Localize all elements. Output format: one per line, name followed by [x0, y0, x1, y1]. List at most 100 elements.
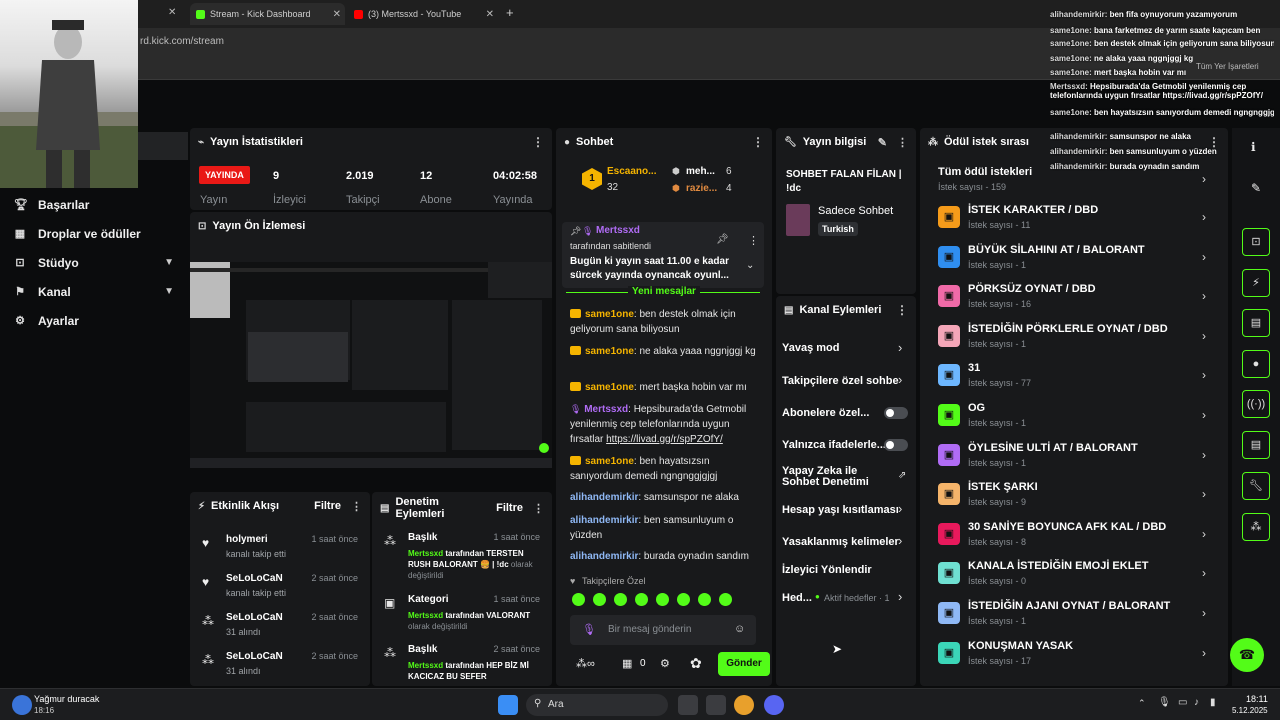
reward-item[interactable]: ▣ 30 SANİYE BOYUNCA AFK KAL / DBD İstek sa…: [938, 521, 1216, 557]
camera-tool-icon[interactable]: ⊡: [1242, 228, 1270, 256]
third-gifter-name[interactable]: razie...: [686, 183, 717, 194]
channel-tool-icon[interactable]: ▤: [1242, 431, 1270, 459]
chevron-right-icon[interactable]: ›: [898, 501, 902, 516]
emote-icon[interactable]: [635, 593, 648, 606]
chevron-right-icon[interactable]: ›: [1202, 210, 1206, 224]
action-raid[interactable]: İzleyici Yönlendir: [782, 564, 872, 576]
emote-only-toggle[interactable]: [884, 439, 908, 451]
battery-icon[interactable]: ▮: [1210, 697, 1216, 708]
document-tool-icon[interactable]: ▤: [1242, 309, 1270, 337]
more-icon[interactable]: ⋮: [532, 135, 544, 149]
chevron-right-icon[interactable]: ›: [1202, 289, 1206, 303]
chevron-right-icon[interactable]: ›: [898, 589, 902, 604]
nav-item-achievements[interactable]: 🏆︎ Başarılar: [0, 190, 188, 219]
clock-time[interactable]: 18:11: [1246, 694, 1268, 704]
chat-link[interactable]: https://livad.gg/r/spPZOfY/: [606, 434, 723, 445]
tab-kick-dashboard[interactable]: Stream - Kick Dashboard ✕: [190, 3, 345, 25]
chevron-down-icon[interactable]: ▼: [164, 286, 174, 297]
wrench-tool-icon[interactable]: 🔧︎: [1242, 472, 1270, 500]
more-icon[interactable]: ⋮: [752, 135, 764, 149]
reward-item[interactable]: ▣ İSTEDİĞİN PÖRKLERLE OYNAT / DBD İstek sa…: [938, 323, 1216, 359]
start-button[interactable]: [498, 695, 518, 715]
chevron-right-icon[interactable]: ›: [898, 372, 902, 387]
more-icon[interactable]: ⋮: [351, 500, 362, 513]
emote-icon[interactable]: [656, 593, 669, 606]
emote-icon[interactable]: [677, 593, 690, 606]
chevron-right-icon[interactable]: ›: [1202, 408, 1206, 422]
chevron-right-icon[interactable]: ›: [1202, 606, 1206, 620]
chat-tool-icon[interactable]: ●: [1242, 350, 1270, 378]
emoji-icon[interactable]: ☺: [734, 623, 745, 635]
activity-filter-button[interactable]: Filtre: [314, 500, 341, 512]
reward-item[interactable]: ▣ BÜYÜK SİLAHINI AT / BALORANT İstek sayıs…: [938, 244, 1216, 280]
reward-item[interactable]: ▣ PÖRKSÜZ OYNAT / DBD İstek sayısı - 16 ›: [938, 283, 1216, 319]
reward-item[interactable]: ▣ İSTEDİĞİN AJANI OYNAT / BALORANT İstek s…: [938, 600, 1216, 636]
emote-icon[interactable]: [593, 593, 606, 606]
nav-item-channel[interactable]: ⚑ Kanal ▼: [0, 277, 188, 306]
volume-icon[interactable]: ♪: [1194, 697, 1199, 708]
emote-icon[interactable]: [614, 593, 627, 606]
all-rewards-item[interactable]: Tüm ödül istekleri İstek sayısı - 159 ›: [938, 166, 1216, 202]
chevron-right-icon[interactable]: ›: [898, 340, 902, 355]
reward-item[interactable]: ▣ KONUŞMAN YASAK İstek sayısı - 17 ›: [938, 640, 1216, 676]
taskbar-search[interactable]: ⚲ Ara: [526, 694, 668, 716]
reward-item[interactable]: ▣ İSTEK ŞARKI İstek sayısı - 9 ›: [938, 481, 1216, 517]
tab-youtube[interactable]: (3) Mertssxd - YouTube ✕: [348, 3, 498, 25]
external-link-icon[interactable]: ⇗: [898, 470, 906, 481]
more-icon[interactable]: ⋮: [533, 502, 544, 515]
chevron-right-icon[interactable]: ›: [1202, 250, 1206, 264]
more-icon[interactable]: ⋮: [748, 234, 759, 247]
more-icon[interactable]: ⋮: [896, 303, 908, 317]
close-tab-icon[interactable]: ✕: [333, 9, 341, 20]
chevron-down-icon[interactable]: ▼: [164, 257, 174, 268]
chat-input[interactable]: 🎙︎ Bir mesaj gönderin ☺: [570, 615, 756, 645]
chevron-down-icon[interactable]: ⌄: [746, 260, 754, 271]
action-account-age[interactable]: Hesap yaşı kısıtlaması: [782, 504, 899, 516]
reward-item[interactable]: ▣ İSTEK KARAKTER / DBD İstek sayısı - 11 ›: [938, 204, 1216, 240]
unpin-icon[interactable]: 📌︎: [716, 234, 729, 245]
top-gifter-name[interactable]: Escaano...: [607, 166, 656, 177]
bolt-tool-icon[interactable]: ⚡︎: [1242, 269, 1270, 297]
info-icon[interactable]: ℹ: [1251, 140, 1256, 154]
more-icon[interactable]: ⋮: [897, 136, 908, 149]
action-ai-moderation[interactable]: Yapay Zeka ile Sohbet Denetimi: [782, 466, 894, 488]
all-bookmarks[interactable]: Tüm Yer İşaretleri: [1196, 62, 1259, 71]
send-button[interactable]: Gönder: [718, 652, 770, 676]
mic-tray-icon[interactable]: 🎙︎: [1158, 697, 1171, 708]
close-tab-icon[interactable]: ✕: [168, 7, 176, 18]
new-tab-button[interactable]: +: [506, 5, 514, 20]
reward-item[interactable]: ▣ 31 İstek sayısı - 77 ›: [938, 362, 1216, 398]
chevron-right-icon[interactable]: ›: [1202, 646, 1206, 660]
action-slow-mode[interactable]: Yavaş mod: [782, 342, 839, 354]
pinned-message[interactable]: 📌︎ 🎙︎ Mertssxd tarafından sabitlendi Bug…: [562, 222, 764, 288]
moderation-filter-button[interactable]: Filtre: [496, 502, 523, 514]
chevron-right-icon[interactable]: ›: [1202, 368, 1206, 382]
chevron-up-icon[interactable]: ⌃: [1138, 698, 1146, 709]
task-view-icon[interactable]: [678, 695, 698, 715]
action-followers-only[interactable]: Takipçilere özel sohbe: [782, 375, 899, 387]
second-gifter-name[interactable]: meh...: [686, 166, 715, 177]
store-icon[interactable]: ▦: [622, 657, 632, 670]
extensions-icon[interactable]: ✿: [690, 655, 702, 672]
chevron-right-icon[interactable]: ›: [1202, 527, 1206, 541]
url-text[interactable]: rd.kick.com/stream: [140, 36, 224, 47]
settings-icon[interactable]: ⚙: [660, 657, 670, 670]
action-banned-words[interactable]: Yasaklanmış kelimeler: [782, 536, 899, 548]
chevron-right-icon[interactable]: ›: [1202, 448, 1206, 462]
stream-preview-image[interactable]: [190, 262, 552, 468]
emote-icon[interactable]: [698, 593, 711, 606]
emote-icon[interactable]: [719, 593, 732, 606]
reward-tool-icon[interactable]: ⁂: [1242, 513, 1270, 541]
app-icon[interactable]: [706, 695, 726, 715]
support-chat-button[interactable]: ☎: [1230, 638, 1264, 672]
action-goals[interactable]: Hed...: [782, 592, 812, 604]
close-tab-icon[interactable]: ✕: [486, 9, 494, 20]
reward-item[interactable]: ▣ ÖYLESİNE ULTİ AT / BALORANT İstek sayısı…: [938, 442, 1216, 478]
broadcast-tool-icon[interactable]: ((·)): [1242, 390, 1270, 418]
reward-item[interactable]: ▣ OG İstek sayısı - 1 ›: [938, 402, 1216, 438]
weather-icon[interactable]: [12, 695, 32, 715]
edit-icon[interactable]: ✎: [1251, 181, 1261, 195]
nav-item-studio[interactable]: ⊡ Stüdyo ▼: [0, 248, 188, 277]
subs-only-toggle[interactable]: [884, 407, 908, 419]
chrome-icon[interactable]: [734, 695, 754, 715]
